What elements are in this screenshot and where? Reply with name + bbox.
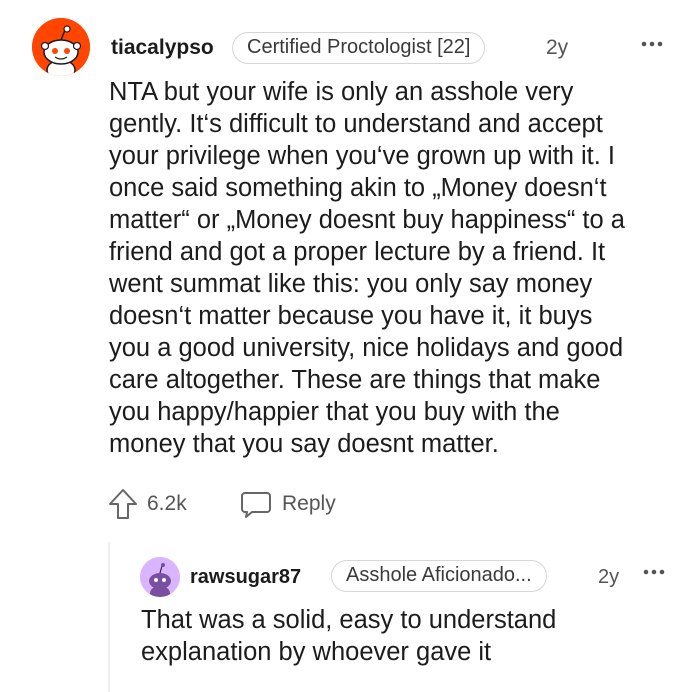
reply-body: That was a solid, easy to understand exp… <box>141 606 557 666</box>
reply-more-options-button[interactable] <box>639 562 669 582</box>
reply-user-avatar[interactable] <box>140 557 180 597</box>
reply-button[interactable]: Reply <box>240 486 336 522</box>
ellipsis-icon <box>643 569 665 575</box>
reply-age: 2y <box>598 566 620 588</box>
reply-label: Reply <box>282 492 336 515</box>
snoo-icon <box>140 557 180 597</box>
comment-age: 2y <box>546 36 569 59</box>
reply-user-flair[interactable]: Asshole Aficionado... <box>331 560 547 592</box>
snoo-icon <box>32 18 90 76</box>
comment-body: NTA but your wife is only an asshole ver… <box>109 78 625 458</box>
speech-bubble-icon <box>241 492 271 518</box>
thread-line[interactable] <box>108 542 110 692</box>
reply-username[interactable]: rawsugar87 <box>190 566 301 589</box>
ellipsis-icon <box>641 41 663 47</box>
more-options-button[interactable] <box>637 34 667 54</box>
user-avatar[interactable] <box>32 18 90 76</box>
upvote-button[interactable]: 6.2k <box>107 486 187 522</box>
comment-username[interactable]: tiacalypso <box>111 36 214 60</box>
upvote-arrow-icon <box>109 489 137 519</box>
user-flair[interactable]: Certified Proctologist [22] <box>232 32 486 64</box>
upvote-count: 6.2k <box>147 492 187 515</box>
